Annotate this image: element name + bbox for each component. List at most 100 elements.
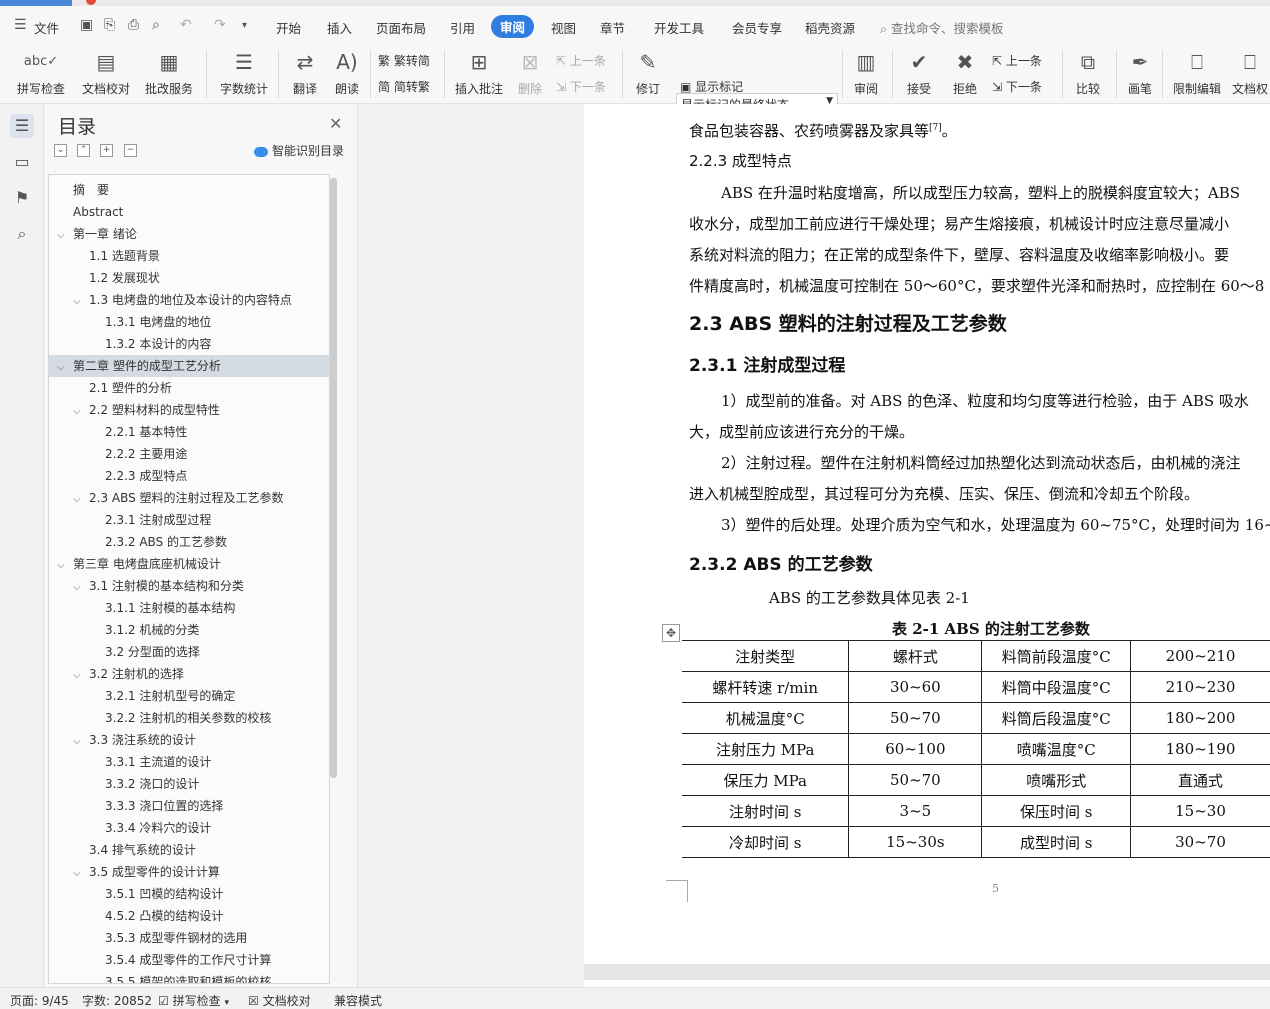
toc-item[interactable]: 3.3.3 浇口位置的选择 <box>49 795 329 817</box>
to-traditional-button[interactable]: 繁 繁转简 <box>378 52 430 69</box>
prev-comment-button[interactable]: ⇱ 上一条 <box>556 52 606 69</box>
toc-item[interactable]: Abstract <box>49 201 329 223</box>
delete-comment-button[interactable]: ⊠ 删除 <box>512 48 548 97</box>
chevron-down-icon[interactable]: ⌵ <box>73 291 89 313</box>
expand-all-icon[interactable]: ⌃ <box>77 144 90 157</box>
word-count-button[interactable]: ☰ 字数统计 <box>218 48 270 97</box>
redo-icon[interactable]: ↷ <box>214 17 226 33</box>
read-aloud-button[interactable]: A) 朗读 <box>332 48 362 97</box>
toc-item[interactable]: ⌵ 3.1 注射模的基本结构和分类 <box>49 575 329 597</box>
tab-page-layout[interactable]: 页面布局 <box>376 18 426 37</box>
table-cell[interactable]: 料筒中段温度°C <box>981 671 1132 703</box>
chapter-nav-icon[interactable]: ▭ <box>10 150 34 174</box>
toc-item[interactable]: ⌵ 第三章 电烤盘底座机械设计 <box>49 553 329 575</box>
toc-item[interactable]: 1.2 发展现状 <box>49 267 329 289</box>
toc-item[interactable]: 1.1 选题背景 <box>49 245 329 267</box>
find-icon[interactable]: ⌕ <box>10 222 34 246</box>
chevron-down-icon[interactable]: ⌵ <box>73 489 89 511</box>
table-cell[interactable]: 冷却时间 s <box>682 826 850 858</box>
toc-panel-icon[interactable]: ☰ <box>10 114 34 138</box>
status-spell-check[interactable]: ☑ 拼写检查 ▾ <box>158 992 229 1009</box>
save-icon[interactable]: ▣ <box>80 17 93 33</box>
toc-item[interactable]: 3.3.1 主流道的设计 <box>49 751 329 773</box>
annotate-service-button[interactable]: ▦ 批改服务 <box>140 48 198 97</box>
tab-member[interactable]: 会员专享 <box>732 18 782 37</box>
table-cell[interactable]: 注射压力 MPa <box>682 733 850 765</box>
table-cell[interactable]: 50~70 <box>848 764 983 796</box>
tab-insert[interactable]: 插入 <box>327 18 352 37</box>
show-markup-button[interactable]: ▣ 显示标记 <box>680 78 743 95</box>
table-cell[interactable]: 料筒后段温度°C <box>981 702 1132 734</box>
chevron-down-icon[interactable]: ⌵ <box>73 577 89 599</box>
bookmark-icon[interactable]: ⚑ <box>10 186 34 210</box>
chevron-down-icon[interactable]: ⌵ <box>57 555 73 577</box>
toc-item[interactable]: 3.5.1 凹模的结构设计 <box>49 883 329 905</box>
chevron-down-icon[interactable]: ⌵ <box>57 357 73 379</box>
add-heading-icon[interactable]: + <box>100 144 113 157</box>
table-cell[interactable]: 保压时间 s <box>981 795 1132 827</box>
next-comment-button[interactable]: ⇲ 下一条 <box>556 78 606 95</box>
doc-rights-button[interactable]: ⎕ 文档权 <box>1230 48 1270 97</box>
toc-item[interactable]: 2.2.3 成型特点 <box>49 465 329 487</box>
collapse-all-icon[interactable]: ⌄ <box>54 144 67 157</box>
spell-check-button[interactable]: abc✓ 拼写检查 <box>12 48 70 97</box>
toc-item[interactable]: 3.2 分型面的选择 <box>49 641 329 663</box>
pen-button[interactable]: ✒ 画笔 <box>1124 48 1156 97</box>
smart-recognize-toc-button[interactable]: 智能识别目录 <box>254 142 344 159</box>
toc-scrollbar[interactable] <box>330 178 337 778</box>
undo-icon[interactable]: ↶ <box>180 17 192 33</box>
table-cell[interactable]: 180~200 <box>1130 702 1270 734</box>
table-cell[interactable]: 料筒前段温度°C <box>981 640 1132 672</box>
compare-button[interactable]: ⧉ 比较 <box>1068 48 1108 97</box>
table-cell[interactable]: 60~100 <box>848 733 983 765</box>
toc-item[interactable]: ⌵ 3.3 浇注系统的设计 <box>49 729 329 751</box>
table-cell[interactable]: 15~30 <box>1130 795 1270 827</box>
table-cell[interactable]: 50~70 <box>848 702 983 734</box>
tab-developer[interactable]: 开发工具 <box>654 18 704 37</box>
toc-item[interactable]: ⌵ 第二章 塑件的成型工艺分析 <box>49 355 329 377</box>
tab-references[interactable]: 引用 <box>450 18 475 37</box>
next-change-button[interactable]: ⇲ 下一条 <box>992 78 1042 95</box>
review-pane-button[interactable]: ▥ 审阅 <box>848 48 884 97</box>
toc-item[interactable]: ⌵ 3.2 注射机的选择 <box>49 663 329 685</box>
table-cell[interactable]: 210~230 <box>1130 671 1270 703</box>
toc-item[interactable]: ⌵ 2.2 塑料材料的成型特性 <box>49 399 329 421</box>
page-indicator[interactable]: 页面: 9/45 <box>10 992 69 1009</box>
toc-item[interactable]: 2.3.2 ABS 的工艺参数 <box>49 531 329 553</box>
menu-icon[interactable]: ☰ <box>14 17 27 33</box>
toc-item[interactable]: 3.2.2 注射机的相关参数的校核 <box>49 707 329 729</box>
print-preview-icon[interactable]: ⌕ <box>152 17 160 33</box>
print-icon[interactable]: ⎙ <box>128 17 139 33</box>
toc-item[interactable]: 3.3.2 浇口的设计 <box>49 773 329 795</box>
table-cell[interactable]: 直通式 <box>1130 764 1270 796</box>
table-cell[interactable]: 成型时间 s <box>981 826 1132 858</box>
file-menu[interactable]: 文件 <box>34 18 59 37</box>
chevron-down-icon[interactable]: ⌵ <box>73 731 89 753</box>
tab-view[interactable]: 视图 <box>551 18 576 37</box>
toc-item[interactable]: 4.5.2 凸模的结构设计 <box>49 905 329 927</box>
close-icon[interactable]: ✕ <box>329 114 342 133</box>
toc-item[interactable]: ⌵ 3.5 成型零件的设计计算 <box>49 861 329 883</box>
toc-item[interactable]: 3.1.1 注射模的基本结构 <box>49 597 329 619</box>
customize-chevron-icon[interactable]: ▾ <box>242 20 247 31</box>
export-pdf-icon[interactable]: ⎘ <box>104 17 115 33</box>
table-cell[interactable]: 200~210 <box>1130 640 1270 672</box>
chevron-down-icon[interactable]: ⌵ <box>73 665 89 687</box>
table-cell[interactable]: 180~190 <box>1130 733 1270 765</box>
table-cell[interactable]: 30~60 <box>848 671 983 703</box>
table-cell[interactable]: 螺杆转速 r/min <box>682 671 850 703</box>
table-cell[interactable]: 机械温度°C <box>682 702 850 734</box>
toc-item[interactable]: 3.1.2 机械的分类 <box>49 619 329 641</box>
table-cell[interactable]: 螺杆式 <box>848 640 983 672</box>
status-proofread[interactable]: ☒ 文档校对 <box>248 992 311 1009</box>
table-move-icon[interactable]: ✥ <box>662 624 680 642</box>
toc-item[interactable]: 3.5.3 成型零件钢材的选用 <box>49 927 329 949</box>
restrict-edit-button[interactable]: ⎕ 限制编辑 <box>1170 48 1224 97</box>
toc-item[interactable]: 3.4 排气系统的设计 <box>49 839 329 861</box>
doc-proofread-button[interactable]: ▤ 文档校对 <box>80 48 132 97</box>
toc-item[interactable]: 1.3.2 本设计的内容 <box>49 333 329 355</box>
prev-change-button[interactable]: ⇱ 上一条 <box>992 52 1042 69</box>
table-cell[interactable]: 喷嘴形式 <box>981 764 1132 796</box>
word-count-indicator[interactable]: 字数: 20852 <box>82 992 152 1009</box>
toc-item[interactable]: ⌵ 第一章 绪论 <box>49 223 329 245</box>
